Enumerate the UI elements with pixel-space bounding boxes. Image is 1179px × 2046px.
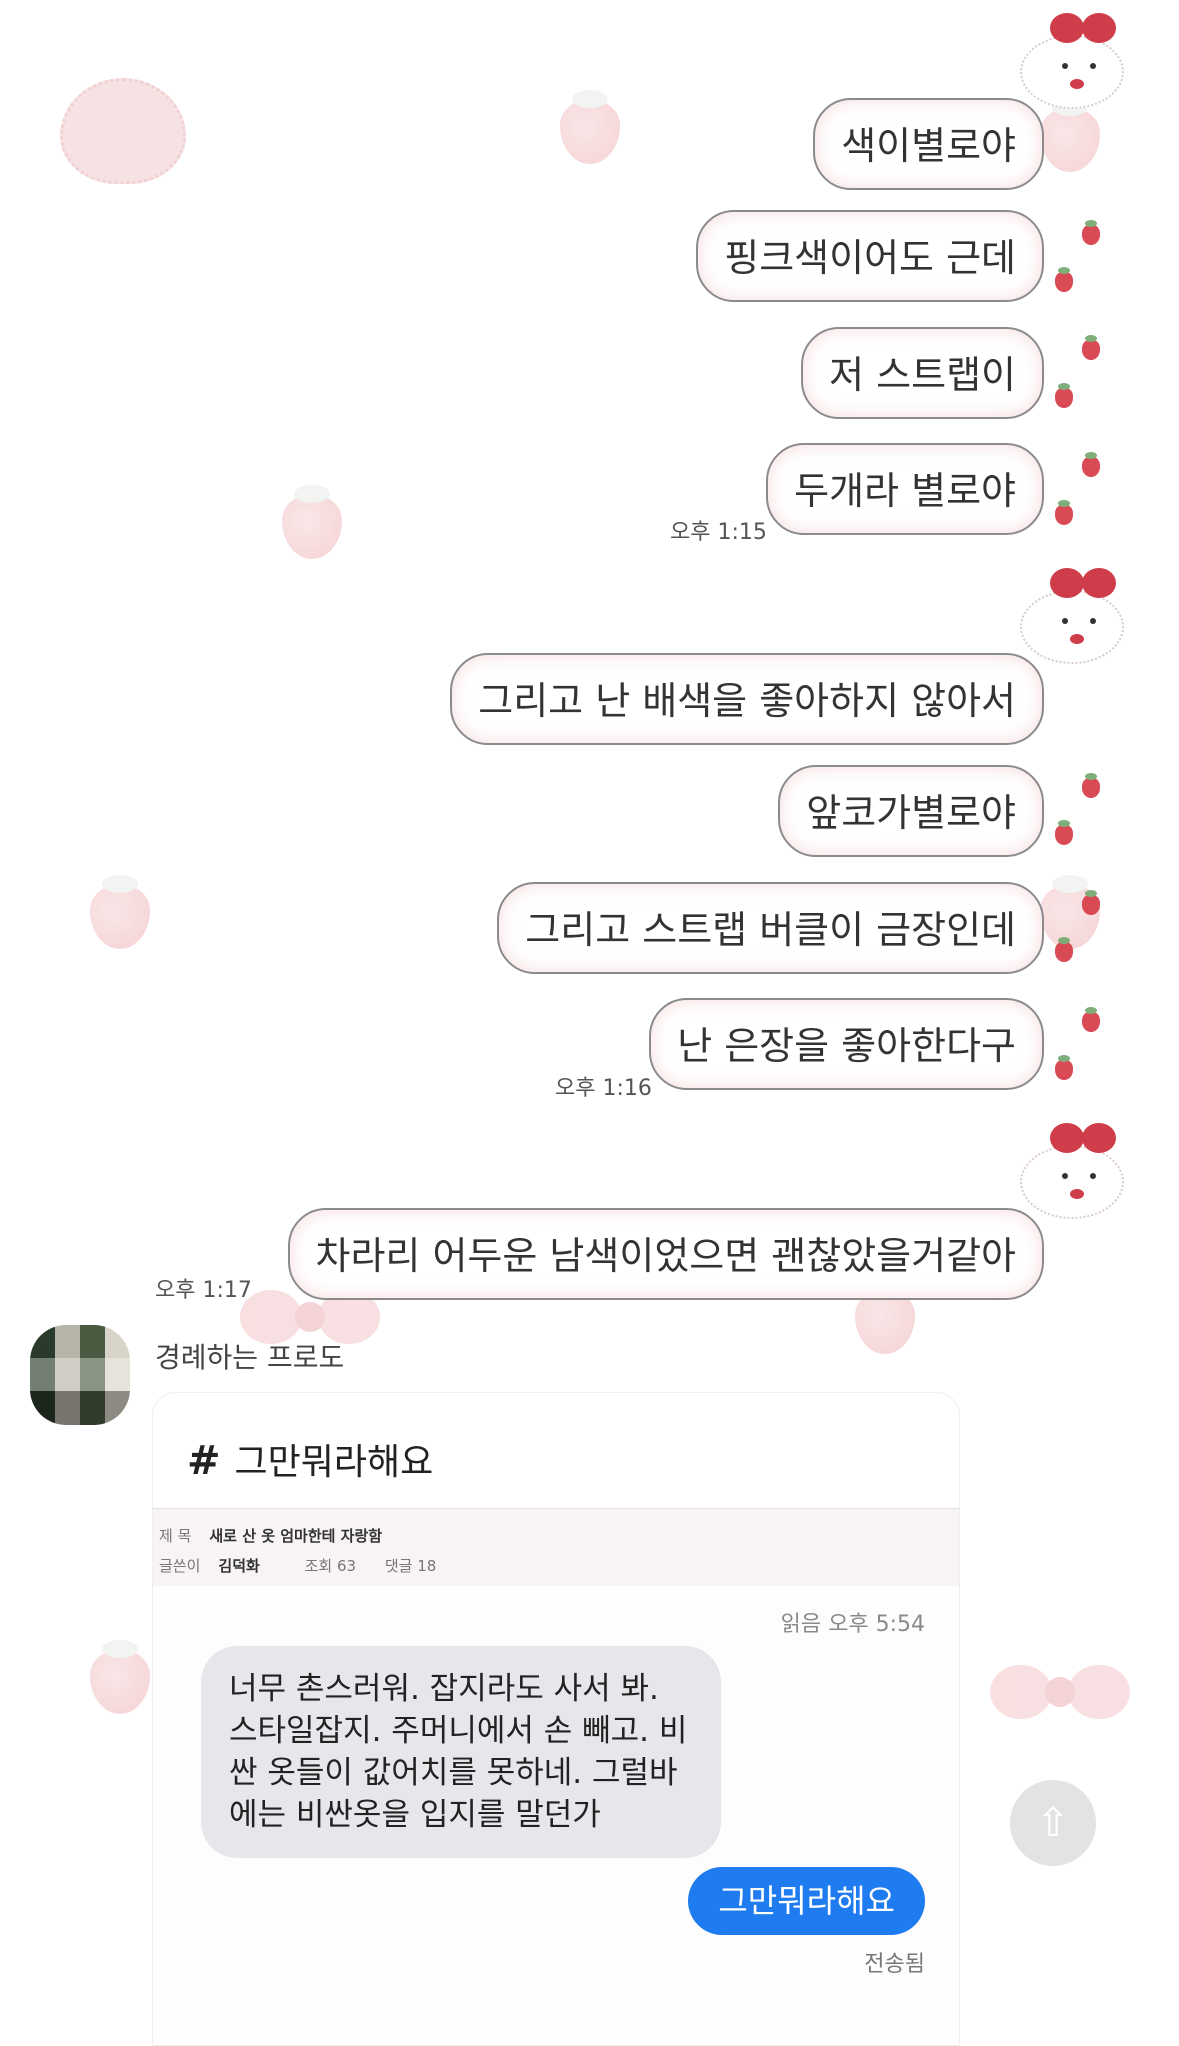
bunny-sticker-icon [1010,5,1130,115]
message-timestamp: 오후 1:16 [555,1076,652,1101]
read-time: 읽음 오후 5:54 [780,1612,925,1637]
chat-bubble-sent: 핑크색이어도 근데 [696,210,1044,302]
post-author: 김덕화 [218,1557,260,1575]
strawberry-decoration [560,90,620,164]
comments-label: 댓글 [384,1557,413,1575]
chat-bubble-sent: 그리고 스트랩 버클이 금장인데 [497,882,1044,974]
bow-decoration [990,1665,1130,1725]
strawberry-icon [1082,335,1100,360]
sms-bubble-received: 너무 촌스러워. 잡지라도 사서 봐. 스타일잡지. 주머니에서 손 빼고. 비… [201,1646,721,1858]
sms-bubble-sent: 그만뭐라해요 [688,1867,925,1935]
message-timestamp: 오후 1:15 [670,520,767,545]
bunny-sticker-icon [1010,1115,1130,1225]
strawberry-icon [1055,820,1073,845]
chat-bubble-sent: 색이별로야 [813,98,1044,190]
chat-bubble-sent: 그리고 난 배색을 좋아하지 않아서 [450,653,1044,745]
bunny-sticker-icon [1010,560,1130,670]
post-title-text: 그만뭐라해요 [234,1442,434,1483]
author-label: 글쓴이 [159,1557,201,1575]
strawberry-icon [1055,1055,1073,1080]
strawberry-decoration [1040,98,1100,172]
strawberry-icon [1055,383,1073,408]
avatar[interactable] [30,1325,130,1425]
heart-decoration [60,78,186,184]
chat-bubble-sent: 난 은장을 좋아한다구 [649,998,1044,1090]
strawberry-icon [1082,1007,1100,1032]
share-icon: ⇧ [1036,1800,1070,1846]
hash-icon: # [187,1438,221,1484]
strawberry-decoration [90,1640,150,1714]
strawberry-icon [1082,220,1100,245]
board-header: 제 목 새로 산 옷 엄마한테 자랑함 글쓴이 김덕화 조회 63 댓글 18 [153,1508,959,1587]
share-button[interactable]: ⇧ [1010,1780,1096,1866]
strawberry-decoration [282,485,342,559]
sent-status: 전송됨 [864,1952,925,1977]
subject-label: 제 목 [159,1527,192,1545]
comments-count: 18 [417,1557,437,1575]
sender-name: 경례하는 프로도 [155,1341,345,1374]
strawberry-icon [1082,773,1100,798]
strawberry-decoration [90,875,150,949]
views-count: 63 [336,1557,357,1575]
chat-bubble-sent: 차라리 어두운 남색이었으면 괜찮았을거같아 [287,1208,1044,1300]
message-timestamp: 오후 1:17 [155,1278,252,1303]
chat-bubble-sent: 앞코가별로야 [778,765,1044,857]
post-subject: 새로 산 옷 엄마한테 자랑함 [209,1527,383,1545]
strawberry-icon [1082,890,1100,915]
strawberry-icon [1055,937,1073,962]
sms-screenshot: 읽음 오후 5:54 너무 촌스러워. 잡지라도 사서 봐. 스타일잡지. 주머… [153,1586,959,2045]
shared-post-card[interactable]: # 그만뭐라해요 제 목 새로 산 옷 엄마한테 자랑함 글쓴이 김덕화 조회 63 … [152,1392,960,2046]
post-title: # 그만뭐라해요 [187,1433,433,1485]
strawberry-icon [1055,500,1073,525]
chat-bubble-sent: 저 스트랩이 [801,327,1044,419]
chat-bubble-sent: 두개라 별로야 [766,443,1044,535]
strawberry-icon [1082,452,1100,477]
views-label: 조회 [304,1557,333,1575]
strawberry-icon [1055,267,1073,292]
